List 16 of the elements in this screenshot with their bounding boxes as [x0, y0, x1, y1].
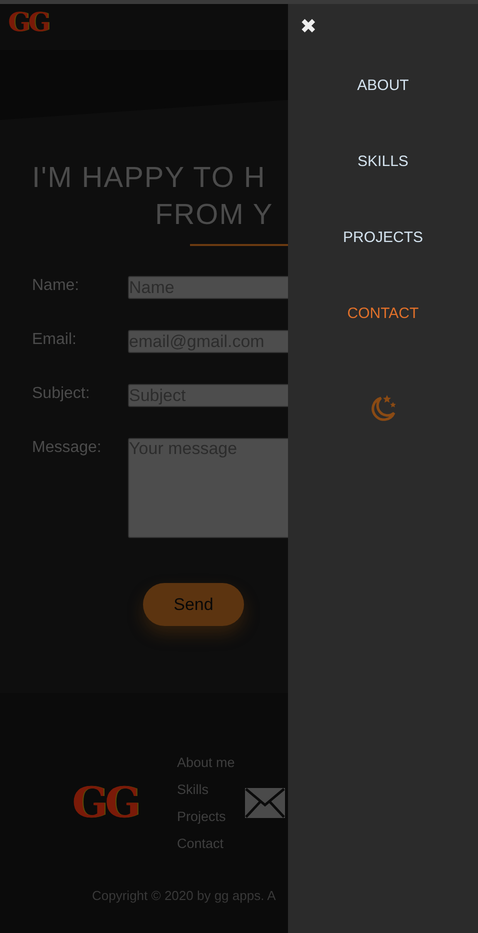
envelope-icon[interactable] — [244, 788, 285, 818]
field-label: Message: — [31, 438, 102, 458]
heading-line: FROM Y — [154, 198, 274, 233]
send-button[interactable]: Send — [143, 583, 244, 626]
nav-link[interactable]: ABOUT — [357, 76, 409, 96]
nav-link[interactable]: SKILLS — [358, 152, 408, 172]
field-label: Email: — [31, 330, 78, 350]
logo[interactable]: GG — [8, 7, 48, 39]
nav-link[interactable]: PROJECTS — [342, 228, 423, 248]
logo: GG — [72, 779, 139, 827]
close-button[interactable]: ✖ — [300, 14, 317, 38]
field-label: Name: — [31, 276, 80, 296]
field-label: Subject: — [31, 384, 91, 404]
heading-line: I'M HAPPY TO H — [31, 161, 267, 196]
nav-link[interactable]: CONTACT — [347, 304, 419, 324]
moon-stars-icon[interactable] — [369, 394, 397, 422]
